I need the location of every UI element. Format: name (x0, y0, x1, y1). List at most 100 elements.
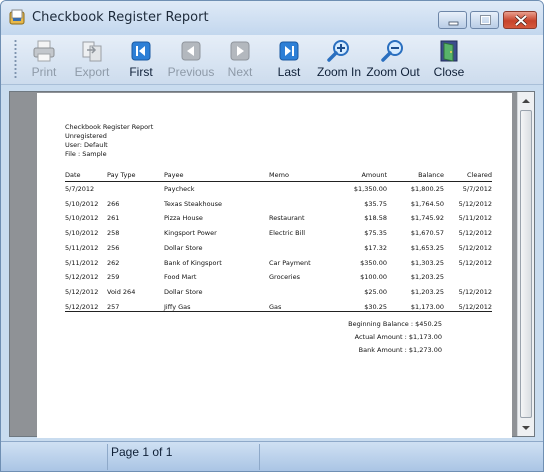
previous-page-icon (181, 41, 201, 61)
cell-payee: Paycheck (164, 185, 195, 193)
cell-memo: Car Payment (269, 258, 311, 267)
maximize-button[interactable] (470, 11, 499, 29)
cell-cleared: 5/12/2012 (458, 287, 492, 296)
bank-amount: Bank Amount : $1,273.00 (358, 346, 442, 354)
print-label: Print (31, 65, 57, 79)
cell-pay-type: 266 (107, 199, 120, 208)
cell-balance: $1,203.25 (410, 273, 444, 282)
actual-amount: Actual Amount : $1,173.00 (354, 333, 442, 341)
close-window-button[interactable] (503, 11, 537, 29)
cell-pay-type: 258 (107, 229, 120, 238)
zoom-in-button[interactable]: Zoom In (315, 37, 363, 81)
scroll-thumb[interactable] (520, 110, 532, 418)
checkbook-app-icon (9, 9, 25, 25)
zoom-out-icon (381, 40, 403, 62)
cell-date: 5/11/2012 (65, 258, 99, 267)
close-icon (514, 14, 528, 27)
cell-pay-type: 257 (107, 302, 120, 311)
cell-memo: Groceries (269, 273, 300, 282)
cell-date: 5/12/2012 (65, 273, 99, 282)
toolbar: Print Export First Previous Next Last Zo… (1, 35, 543, 85)
header-rule (65, 181, 492, 182)
zoom-out-label: Zoom Out (366, 65, 420, 79)
window-title: Checkbook Register Report (32, 10, 209, 25)
toolbar-grip[interactable] (14, 39, 17, 79)
minimize-icon (448, 21, 459, 26)
previous-label: Previous (167, 65, 215, 79)
status-separator (259, 444, 260, 470)
maximize-icon (480, 15, 491, 25)
cell-pay-type: 261 (107, 214, 120, 223)
cell-payee: Texas Steakhouse (164, 199, 223, 208)
print-button[interactable]: Print (25, 37, 63, 81)
column-header-balance: Balance (418, 171, 444, 179)
export-icon (82, 41, 102, 62)
cell-balance: $1,764.50 (410, 199, 444, 208)
cell-balance: $1,173.00 (410, 302, 444, 311)
printer-icon (33, 40, 55, 62)
next-page-icon (230, 41, 250, 61)
cell-balance: $1,203.25 (410, 287, 444, 296)
cell-pay-type: 256 (107, 243, 120, 252)
cell-balance: $1,800.25 (410, 185, 444, 193)
cell-payee: Dollar Store (164, 287, 203, 296)
cell-balance: $1,303.25 (410, 258, 444, 267)
zoom-in-label: Zoom In (316, 65, 361, 79)
column-header-memo: Memo (269, 171, 289, 179)
minimize-button[interactable] (438, 11, 467, 29)
cell-balance: $1,670.57 (410, 229, 444, 238)
cell-date: 5/10/2012 (65, 214, 99, 223)
last-label: Last (277, 65, 301, 79)
cell-amount: $18.58 (364, 214, 387, 223)
column-header-amount: Amount (361, 171, 387, 179)
cell-date: 5/11/2012 (65, 243, 99, 252)
next-page-button[interactable]: Next (223, 37, 257, 81)
cell-date: 5/10/2012 (65, 199, 99, 208)
title-bar[interactable]: Checkbook Register Report (1, 1, 543, 35)
first-page-icon (131, 41, 151, 61)
scroll-down-arrow-icon[interactable] (518, 420, 534, 436)
report-title: Checkbook Register Report (65, 123, 154, 131)
close-report-button[interactable]: Close (431, 37, 467, 81)
previous-page-button[interactable]: Previous (165, 37, 217, 81)
cell-pay-type: Void 264 (107, 287, 136, 296)
cell-pay-type: 259 (107, 273, 120, 282)
first-label: First (129, 65, 153, 79)
export-button[interactable]: Export (71, 37, 113, 81)
first-page-button[interactable]: First (125, 37, 157, 81)
cell-balance: $1,745.92 (410, 214, 444, 223)
cell-cleared: 5/12/2012 (458, 243, 492, 252)
status-separator (107, 444, 108, 470)
cell-amount: $75.35 (364, 229, 387, 238)
zoom-out-button[interactable]: Zoom Out (366, 37, 420, 81)
cell-cleared: 5/12/2012 (458, 258, 492, 267)
cell-memo: Electric Bill (269, 229, 306, 238)
cell-amount: $25.00 (364, 287, 387, 296)
cell-amount: $1,350.00 (353, 185, 387, 193)
zoom-in-icon (327, 40, 349, 62)
scroll-up-arrow-icon[interactable] (518, 93, 534, 109)
totals-rule (65, 311, 492, 312)
cell-date: 5/12/2012 (65, 302, 99, 311)
report-window: Checkbook Register Report Print Export F… (0, 0, 544, 472)
column-header-payee: Payee (164, 171, 184, 179)
report-preview-pane[interactable]: Checkbook Register Report Unregistered U… (9, 91, 535, 438)
cell-cleared: 5/12/2012 (458, 302, 492, 311)
cell-payee: Food Mart (164, 273, 197, 282)
vertical-scrollbar[interactable] (517, 92, 534, 436)
last-page-button[interactable]: Last (274, 37, 304, 81)
cell-payee: Bank of Kingsport (164, 258, 222, 267)
column-header-pay-type: Pay Type (107, 171, 136, 179)
report-registration: Unregistered (65, 132, 107, 140)
cell-date: 5/12/2012 (65, 287, 99, 296)
cell-cleared: 5/7/2012 (462, 185, 492, 193)
page-indicator: Page 1 of 1 (111, 445, 173, 459)
cell-payee: Dollar Store (164, 243, 203, 252)
cell-cleared: 5/12/2012 (458, 229, 492, 238)
cell-pay-type: 262 (107, 258, 120, 267)
cell-cleared: 5/12/2012 (458, 199, 492, 208)
cell-payee: Kingsport Power (164, 229, 217, 238)
report-user: User: Default (65, 141, 108, 149)
cell-amount: $350.00 (360, 258, 387, 267)
status-bar: Page 1 of 1 (1, 441, 543, 471)
